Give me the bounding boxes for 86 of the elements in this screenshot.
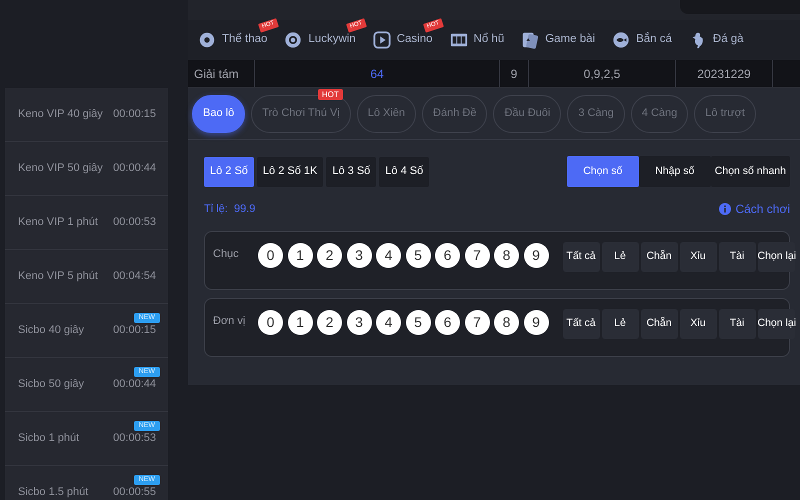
nav-label: Thể thao	[222, 32, 268, 48]
bet-type-tab[interactable]: Lô 2 Số	[204, 156, 254, 186]
number-ball[interactable]: 5	[406, 310, 430, 335]
odds-text: Tỉ lệ: 99.9	[204, 202, 256, 217]
bet-type-tab[interactable]: Lô 3 Số	[326, 156, 376, 186]
ball-icon	[198, 31, 216, 49]
result-cell: 20231229	[676, 60, 773, 87]
number-ball[interactable]: 3	[346, 310, 372, 335]
game-name[interactable]: Sicbo 1.5 phút	[18, 484, 88, 500]
row-label: Chục	[213, 247, 240, 262]
bet-type-tab[interactable]: Lô 4 Số	[379, 156, 430, 186]
quick-select-button[interactable]: Chẵn	[640, 242, 678, 272]
result-cell: 9	[500, 60, 529, 87]
quick-select-button[interactable]: Tất cả	[562, 242, 600, 272]
nav-item[interactable]: Thể thao	[198, 31, 268, 49]
number-ball[interactable]: 0	[258, 310, 283, 335]
number-ball[interactable]: 5	[406, 243, 430, 268]
number-ball[interactable]: 9	[524, 310, 548, 335]
game-name[interactable]: Keno VIP 40 giây	[18, 106, 103, 123]
nav-item[interactable]: Nổ hũ	[450, 31, 504, 49]
hot-badge: HOT	[318, 88, 343, 100]
number-ball[interactable]: 2	[317, 310, 342, 335]
row-label: Đơn vị	[213, 314, 246, 329]
nav-item[interactable]: Luckywin	[284, 31, 356, 49]
nav-label: Luckywin	[308, 32, 356, 48]
countdown-time: 00:00:15	[113, 107, 156, 122]
countdown-time: 00:00:53	[113, 431, 156, 446]
mode-tab[interactable]: Nhập số	[638, 156, 711, 187]
number-ball[interactable]: 7	[464, 243, 490, 268]
quick-select-button[interactable]: Lẻ	[602, 309, 638, 339]
game-name[interactable]: Keno VIP 5 phút	[18, 268, 98, 285]
number-ball[interactable]: 3	[346, 243, 372, 268]
quick-select-button[interactable]: Chọn lại	[758, 309, 794, 339]
number-ball[interactable]: 6	[435, 310, 460, 335]
nav-label: Bắn cá	[636, 31, 672, 48]
mode-tab[interactable]: Chọn số	[566, 156, 639, 187]
fish-icon	[612, 31, 630, 49]
slot-machine-icon	[450, 31, 468, 49]
quick-select-button[interactable]: Lẻ	[602, 242, 638, 272]
number-ball[interactable]: 1	[288, 310, 312, 335]
number-ball[interactable]: 8	[494, 243, 519, 268]
nav-label: Game bài	[545, 32, 596, 48]
chip-icon	[284, 31, 302, 49]
quick-select-button[interactable]: Tất cả	[562, 309, 600, 339]
quick-select-button[interactable]: Tài	[718, 309, 756, 339]
result-cell: Giải tám	[188, 60, 255, 87]
number-ball[interactable]: 8	[494, 310, 519, 335]
nav-label: Đá gà	[712, 32, 744, 48]
nav-item[interactable]: Đá gà	[688, 31, 744, 49]
game-name[interactable]: Keno VIP 1 phút	[18, 214, 98, 231]
game-name[interactable]: Sicbo 1 phút	[18, 430, 80, 447]
number-ball[interactable]: 4	[376, 243, 401, 268]
info-icon	[719, 203, 732, 215]
mode-tab[interactable]: Chọn số nhanh	[710, 156, 790, 187]
quick-select-button[interactable]: Chọn lại	[758, 242, 794, 272]
playing-card-icon	[521, 31, 540, 49]
countdown-time: 00:00:15	[113, 323, 156, 338]
countdown-time: 00:00:53	[113, 215, 156, 230]
number-ball[interactable]: 6	[435, 243, 460, 268]
number-ball[interactable]: 4	[376, 310, 401, 335]
bet-type-tab[interactable]: Lô 2 Số 1K	[256, 156, 324, 186]
quick-select-button[interactable]: Chẵn	[640, 309, 678, 339]
nav-label: Nổ hũ	[474, 32, 504, 48]
nav-item[interactable]: Bắn cá	[612, 31, 672, 49]
quick-select-button[interactable]: Xỉu	[680, 309, 716, 339]
number-ball[interactable]: 1	[288, 243, 312, 268]
countdown-time: 00:00:44	[113, 161, 156, 176]
game-tab[interactable]: Bao lô	[192, 94, 246, 132]
nav-item[interactable]: Casino	[372, 31, 433, 49]
nav-item[interactable]: Game bài	[521, 31, 596, 49]
countdown-time: 00:00:44	[113, 377, 156, 392]
number-ball[interactable]: 2	[317, 243, 342, 268]
number-ball[interactable]: 9	[524, 243, 548, 268]
play-icon	[372, 31, 391, 49]
quick-select-button[interactable]: Tài	[718, 242, 756, 272]
game-name[interactable]: Keno VIP 50 giây	[18, 160, 103, 177]
countdown-time: 00:00:55	[113, 485, 156, 500]
result-cell: 0,9,2,5	[529, 60, 676, 87]
number-ball[interactable]: 0	[258, 243, 283, 268]
nav-label: Casino	[396, 32, 433, 48]
result-cell: 64	[255, 60, 500, 87]
game-name[interactable]: Sicbo 40 giây	[18, 322, 84, 339]
game-name[interactable]: Sicbo 50 giây	[18, 376, 84, 393]
quick-select-button[interactable]: Xỉu	[680, 242, 716, 272]
number-ball[interactable]: 7	[464, 310, 490, 335]
countdown-time: 00:04:54	[113, 269, 156, 284]
